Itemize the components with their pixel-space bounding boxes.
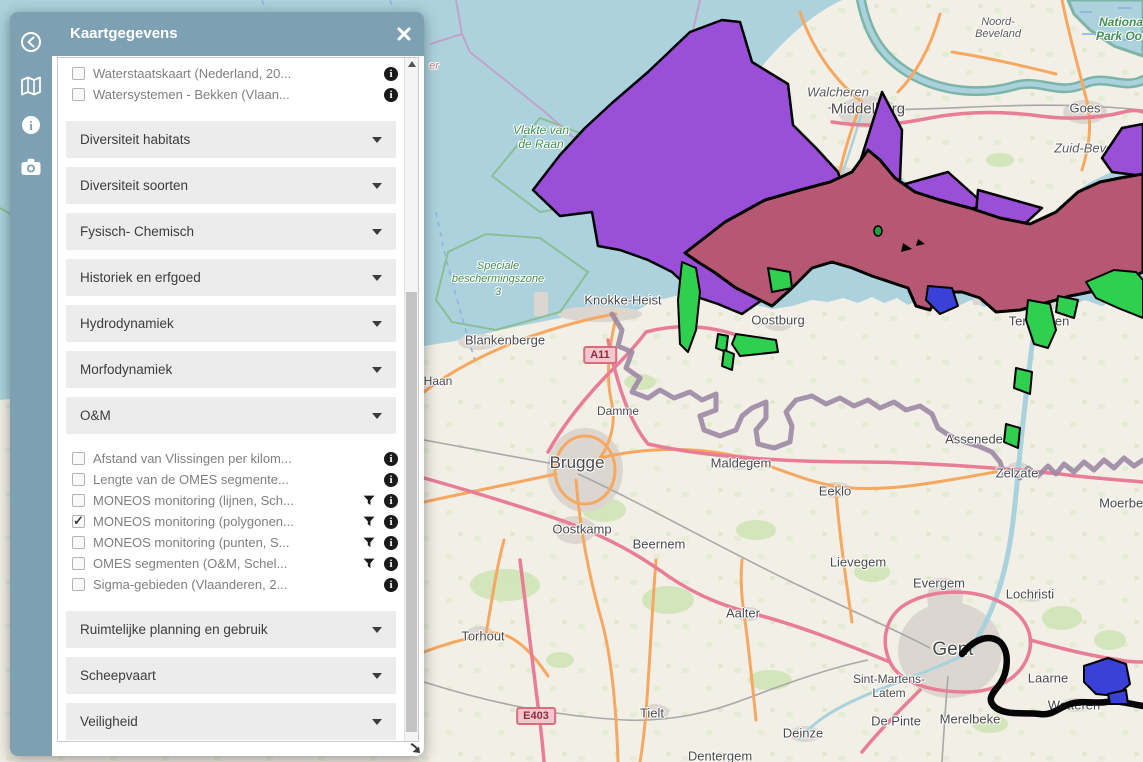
layer-label: MONEOS monitoring (lijnen, Sch... xyxy=(93,493,357,508)
scroll-thumb[interactable] xyxy=(406,292,417,732)
layer-row[interactable]: OMES segmenten (O&M, Schel... i xyxy=(58,553,404,574)
layer-row[interactable]: MONEOS monitoring (lijnen, Sch... i xyxy=(58,490,404,511)
info-icon[interactable]: i xyxy=(384,557,398,571)
filter-icon[interactable] xyxy=(363,558,375,569)
category-label: Hydrodynamiek xyxy=(80,316,372,331)
close-icon[interactable] xyxy=(396,26,412,42)
category-header[interactable]: Morfodynamiek xyxy=(66,351,396,388)
panel-header: Kaartgegevens xyxy=(10,12,424,56)
layer-checkbox[interactable] xyxy=(72,88,85,101)
toolbar-sidebar: i xyxy=(10,12,52,756)
category-header[interactable]: Hydrodynamiek xyxy=(66,305,396,342)
info-icon[interactable]: i xyxy=(384,452,398,466)
category-label: Morfodynamiek xyxy=(80,362,372,377)
svg-text:i: i xyxy=(29,118,33,133)
layer-checkbox[interactable] xyxy=(72,536,85,549)
app-window: Noord-BevelandNationaalPark OosterWalche… xyxy=(0,0,1143,762)
category-header[interactable]: Diversiteit habitats xyxy=(66,121,396,158)
panel-content: Waterstaatskaart (Nederland, 20... i Wat… xyxy=(52,56,424,756)
camera-icon[interactable] xyxy=(19,155,43,179)
layer-row[interactable]: MONEOS monitoring (punten, S... i xyxy=(58,532,404,553)
category-label: Diversiteit soorten xyxy=(80,178,372,193)
layer-row[interactable]: Sigma-gebieden (Vlaanderen, 2... i xyxy=(58,574,404,595)
layer-label: Watersystemen - Bekken (Vlaan... xyxy=(93,87,378,102)
layer-label: OMES segmenten (O&M, Schel... xyxy=(93,556,357,571)
layer-label: Afstand van Vlissingen per kilom... xyxy=(93,451,378,466)
chevron-down-icon xyxy=(372,627,382,633)
scrollbar[interactable] xyxy=(404,58,418,741)
category-header[interactable]: Fysisch- Chemisch xyxy=(66,213,396,250)
layer-group: Afstand van Vlissingen per kilom... i Le… xyxy=(58,443,404,602)
layer-label: Waterstaatskaart (Nederland, 20... xyxy=(93,66,378,81)
chevron-down-icon xyxy=(372,367,382,373)
chevron-down-icon xyxy=(372,719,382,725)
info-icon[interactable]: i xyxy=(384,473,398,487)
layer-checkbox[interactable] xyxy=(72,67,85,80)
category-label: Diversiteit habitats xyxy=(80,132,372,147)
info-icon[interactable]: i xyxy=(384,67,398,81)
chevron-down-icon xyxy=(372,413,382,419)
category-header[interactable]: Diversiteit soorten xyxy=(66,167,396,204)
info-icon[interactable]: i xyxy=(384,88,398,102)
chevron-down-icon xyxy=(372,183,382,189)
layer-row[interactable]: MONEOS monitoring (polygonen... i xyxy=(58,511,404,532)
category-header[interactable]: Veiligheid xyxy=(66,703,396,740)
kaartgegevens-panel: i Kaartgegevens Waterstaatskaart (Nederl… xyxy=(10,12,424,756)
filter-icon[interactable] xyxy=(363,537,375,548)
layer-label: Sigma-gebieden (Vlaanderen, 2... xyxy=(93,577,378,592)
info-icon[interactable]: i xyxy=(384,536,398,550)
layer-list: Waterstaatskaart (Nederland, 20... i Wat… xyxy=(57,57,419,742)
layer-row[interactable]: Lengte van de OMES segmente... i xyxy=(58,469,404,490)
category-label: O&M xyxy=(80,408,372,423)
chevron-down-icon xyxy=(372,229,382,235)
category-label: Ruimtelijke planning en gebruik xyxy=(80,622,372,637)
layer-checkbox[interactable] xyxy=(72,452,85,465)
layer-checkbox[interactable] xyxy=(72,515,85,528)
layer-checkbox[interactable] xyxy=(72,473,85,486)
layer-checkbox[interactable] xyxy=(72,578,85,591)
category-label: Historiek en erfgoed xyxy=(80,270,372,285)
layer-row[interactable]: Waterstaatskaart (Nederland, 20... i xyxy=(58,63,404,84)
info-icon[interactable]: i xyxy=(384,494,398,508)
category-label: Fysisch- Chemisch xyxy=(80,224,372,239)
layer-row[interactable]: Afstand van Vlissingen per kilom... i xyxy=(58,448,404,469)
category-header[interactable]: Historiek en erfgoed xyxy=(66,259,396,296)
overlay-blue-patches-east xyxy=(1084,658,1130,704)
category-header[interactable]: Ruimtelijke planning en gebruik xyxy=(66,611,396,648)
category-header[interactable]: O&M xyxy=(66,397,396,434)
filter-icon[interactable] xyxy=(363,516,375,527)
layer-label: Lengte van de OMES segmente... xyxy=(93,472,378,487)
chevron-down-icon xyxy=(372,275,382,281)
info-icon[interactable]: i xyxy=(384,578,398,592)
category-label: Scheepvaart xyxy=(80,668,372,683)
layer-list-scroll: Waterstaatskaart (Nederland, 20... i Wat… xyxy=(58,58,404,741)
layer-label: MONEOS monitoring (polygonen... xyxy=(93,514,357,529)
layer-checkbox[interactable] xyxy=(72,557,85,570)
resize-handle-icon[interactable] xyxy=(408,741,422,755)
panel-title: Kaartgegevens xyxy=(70,25,178,42)
layer-checkbox[interactable] xyxy=(72,494,85,507)
chevron-down-icon xyxy=(372,321,382,327)
scroll-up-arrow[interactable] xyxy=(405,61,418,73)
category-header[interactable]: Scheepvaart xyxy=(66,657,396,694)
layer-label: MONEOS monitoring (punten, S... xyxy=(93,535,357,550)
chevron-down-icon xyxy=(372,673,382,679)
layer-group: Waterstaatskaart (Nederland, 20... i Wat… xyxy=(58,58,404,112)
filter-icon[interactable] xyxy=(363,495,375,506)
chevron-down-icon xyxy=(372,137,382,143)
layer-row[interactable]: Watersystemen - Bekken (Vlaan... i xyxy=(58,84,404,105)
map-icon[interactable] xyxy=(19,74,43,98)
info-icon[interactable]: i xyxy=(384,515,398,529)
info-icon[interactable]: i xyxy=(19,113,43,137)
category-label: Veiligheid xyxy=(80,714,372,729)
